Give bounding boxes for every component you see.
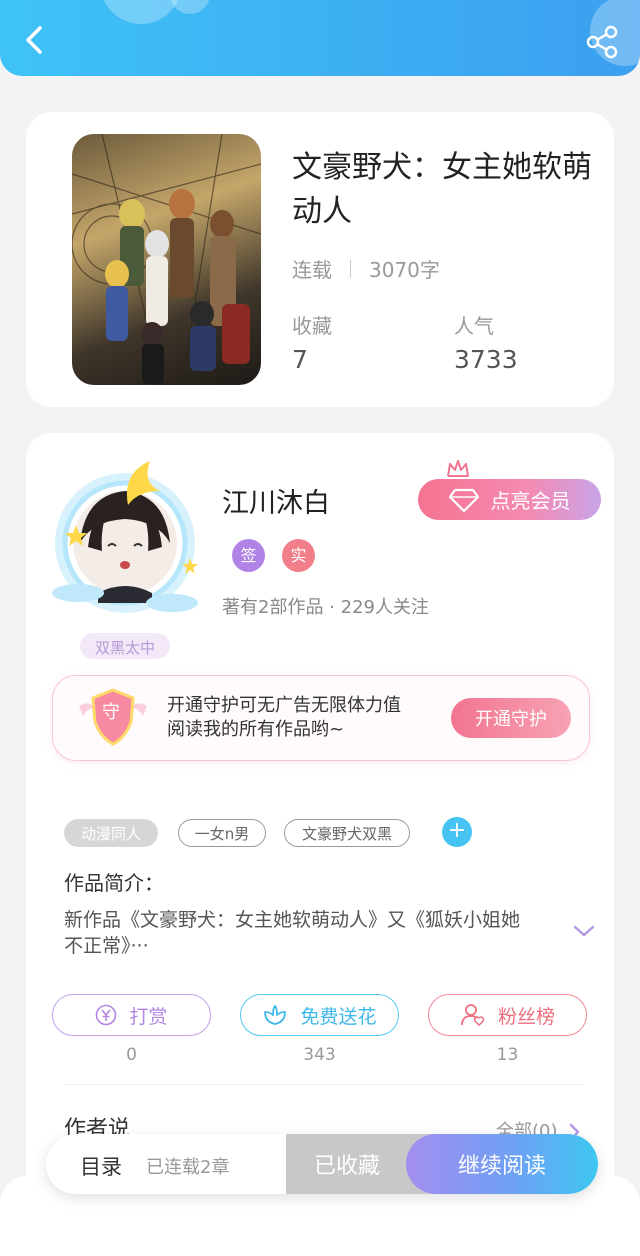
chevron-left-icon: [26, 26, 42, 54]
book-info-card: 文豪野犬：女主她软萌动人 连载 3070字 收藏 7 人气 3733: [26, 112, 614, 407]
bottom-action-bar: 目录 已连载2章 已收藏 继续阅读: [46, 1134, 598, 1194]
word-count: 3070字: [369, 258, 440, 282]
favorites-value: 7: [292, 345, 308, 374]
vip-button-label: 点亮会员: [490, 489, 571, 513]
tip-count: 0: [126, 1045, 137, 1065]
open-guard-button[interactable]: 开通守护: [451, 698, 571, 738]
guard-icon-text: 守: [102, 702, 120, 723]
fan-icon: [461, 1004, 485, 1026]
popularity-value: 3733: [454, 345, 518, 374]
chapter-status: 已连载2章: [146, 1157, 230, 1178]
avatar-frame: [52, 461, 198, 659]
book-meta: 连载 3070字: [292, 254, 440, 283]
table-of-contents-button[interactable]: 目录: [80, 1151, 122, 1181]
book-title: 文豪野犬：女主她软萌动人: [292, 150, 592, 229]
header-decor-bubble: [170, 0, 210, 14]
top-header: [0, 0, 640, 76]
send-flower-button[interactable]: 免费送花: [240, 994, 399, 1036]
guard-text: 开通守护可无广告无限体力值阅读我的所有作品哟~: [167, 695, 401, 740]
verified-badge: 实: [282, 539, 315, 572]
intro-text: 新作品《文豪野犬：女主她软萌动人》又《狐妖小姐她不正常》···: [64, 909, 521, 957]
section-divider: [64, 1084, 584, 1085]
author-name[interactable]: 江川沐白: [222, 481, 330, 520]
fan-ranking-label: 粉丝榜: [497, 1005, 555, 1028]
meta-divider: [350, 259, 351, 278]
tip-button-label: 打赏: [129, 1005, 168, 1028]
fan-ranking-button[interactable]: 粉丝榜: [428, 994, 587, 1036]
signed-badge: 签: [232, 539, 265, 572]
avatar-tag: 双黑太中: [94, 639, 155, 657]
continue-reading-button[interactable]: 继续阅读: [406, 1134, 598, 1194]
share-button[interactable]: [582, 22, 622, 62]
author-card: 双黑太中 江川沐白 签 实 著有2部作品 · 229人关注 点亮会员 守 开通守…: [26, 433, 614, 1241]
diamond-icon: [448, 488, 479, 512]
yen-icon: [96, 1004, 117, 1026]
crown-icon: [447, 460, 469, 477]
serial-status: 连载: [292, 258, 332, 282]
add-tag-button[interactable]: +: [442, 817, 472, 847]
tip-button[interactable]: 打赏: [52, 994, 211, 1036]
guard-banner: 守 开通守护可无广告无限体力值阅读我的所有作品哟~ 开通守护: [52, 675, 590, 761]
book-cover[interactable]: [72, 134, 261, 385]
expand-intro-button[interactable]: [572, 923, 596, 939]
back-button[interactable]: [14, 20, 54, 60]
tag-item[interactable]: 动漫同人: [64, 819, 158, 847]
tag-item[interactable]: 一女n男: [178, 819, 266, 847]
author-stats: 著有2部作品 · 229人关注: [222, 597, 429, 618]
favorites-label: 收藏: [292, 314, 332, 338]
intro-label: 作品简介：: [64, 871, 164, 895]
vip-button[interactable]: 点亮会员: [418, 479, 601, 520]
header-decor-bubble: [100, 0, 182, 24]
share-icon: [586, 25, 618, 59]
chevron-down-icon: [573, 925, 595, 937]
avatar[interactable]: 双黑太中: [40, 443, 210, 663]
fan-count: 13: [496, 1045, 519, 1065]
cover-illustration: [72, 134, 261, 385]
flower-icon: [264, 1005, 287, 1025]
popularity-label: 人气: [454, 314, 494, 338]
flower-count: 343: [303, 1045, 336, 1065]
tag-item[interactable]: 文豪野犬双黑: [284, 819, 410, 847]
send-flower-label: 免费送花: [300, 1005, 377, 1028]
